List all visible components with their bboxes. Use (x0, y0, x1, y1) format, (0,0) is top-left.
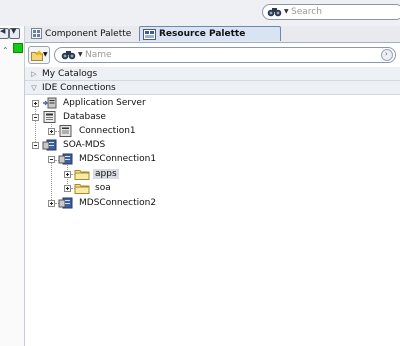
folder-icon (74, 184, 90, 194)
section-label: My Catalogs (42, 68, 98, 79)
collapsed-arrow-icon[interactable]: ▷ (29, 70, 39, 78)
expand-toggle-icon[interactable] (64, 170, 71, 178)
tab-component-palette[interactable]: Component Palette (28, 26, 136, 41)
chevron-up-icon[interactable]: ⌃ (2, 46, 9, 55)
collapse-toggle-icon[interactable] (48, 155, 55, 163)
db-connection-icon (59, 125, 72, 137)
palette-tab-strip: Component Palette Resource Palette (25, 26, 400, 43)
component-palette-icon (31, 28, 42, 39)
expand-toggle-icon[interactable] (48, 199, 55, 207)
name-filter-box[interactable]: ▼ › (54, 47, 396, 63)
expand-toggle-icon[interactable] (32, 99, 39, 107)
new-connection-button[interactable]: ▼ (28, 46, 50, 64)
tree-node-label: MDSConnection1 (79, 154, 157, 164)
tree-node-soa[interactable]: soa (64, 181, 113, 195)
tree-node-connection1[interactable]: Connection1 (48, 124, 138, 138)
tree-node-soa-mds[interactable]: SOA-MDS (32, 138, 107, 152)
tab-label: Resource Palette (159, 29, 246, 39)
resource-toolbar: ▼ ▼ › (25, 43, 400, 68)
section-ide-connections[interactable]: ▽ IDE Connections (25, 81, 400, 95)
resource-palette-icon (143, 28, 156, 40)
mds-connection-icon (58, 197, 73, 209)
tree-node-label: Application Server (63, 98, 146, 108)
mds-icon (42, 139, 57, 151)
tree-node-mdsconnection1[interactable]: MDSConnection1 (48, 152, 158, 166)
chevron-left-icon: ◀ (0, 27, 6, 35)
new-folder-icon (31, 50, 43, 61)
left-panel-strip: ◀ ▼ ⌃ (0, 26, 25, 346)
app-server-icon (43, 97, 57, 109)
tree-node-label: apps (93, 169, 119, 179)
folder-icon (74, 170, 90, 180)
section-label: IDE Connections (42, 82, 116, 93)
database-icon (43, 111, 56, 123)
global-search-box[interactable]: ▼ (262, 4, 400, 20)
expand-toggle-icon[interactable] (48, 127, 55, 135)
tree-node-database[interactable]: Database (32, 110, 108, 124)
tree-node-mdsconnection2[interactable]: MDSConnection2 (48, 196, 158, 210)
mds-connection-icon (58, 153, 73, 165)
top-bar: ▼ (0, 0, 400, 26)
expand-toggle-icon[interactable] (64, 184, 71, 192)
name-filter-input[interactable] (85, 49, 375, 61)
binoculars-icon[interactable] (267, 7, 282, 20)
binoculars-icon[interactable] (61, 50, 76, 63)
filter-options-caret-icon[interactable]: ▼ (78, 51, 83, 58)
dropdown-menu-button[interactable]: ▼ (9, 27, 20, 39)
global-search-input[interactable] (291, 6, 391, 18)
tree-node-application-server[interactable]: Application Server (32, 96, 148, 110)
tree-node-label: Database (63, 112, 106, 122)
chevron-down-icon: ▼ (43, 51, 48, 58)
collapse-toggle-icon[interactable] (32, 141, 39, 149)
search-options-caret-icon[interactable]: ▼ (284, 8, 289, 15)
expanded-arrow-icon[interactable]: ▽ (29, 84, 39, 92)
tree-node-label: SOA-MDS (63, 140, 106, 150)
collapse-toggle-icon[interactable] (32, 113, 39, 121)
tree-node-label: Connection1 (79, 126, 136, 136)
scroll-left-button[interactable]: ◀ (0, 27, 9, 39)
status-indicator (13, 43, 23, 53)
go-button[interactable]: › (381, 49, 393, 61)
tree-node-label: MDSConnection2 (79, 198, 157, 208)
tree-node-label: soa (95, 183, 111, 193)
tab-resource-palette[interactable]: Resource Palette (139, 26, 281, 41)
chevron-right-icon: › (385, 50, 388, 58)
section-my-catalogs[interactable]: ▷ My Catalogs (25, 67, 400, 81)
chevron-down-icon: ▼ (11, 27, 17, 35)
tree-node-apps[interactable]: apps (64, 167, 119, 181)
tab-label: Component Palette (45, 28, 132, 39)
